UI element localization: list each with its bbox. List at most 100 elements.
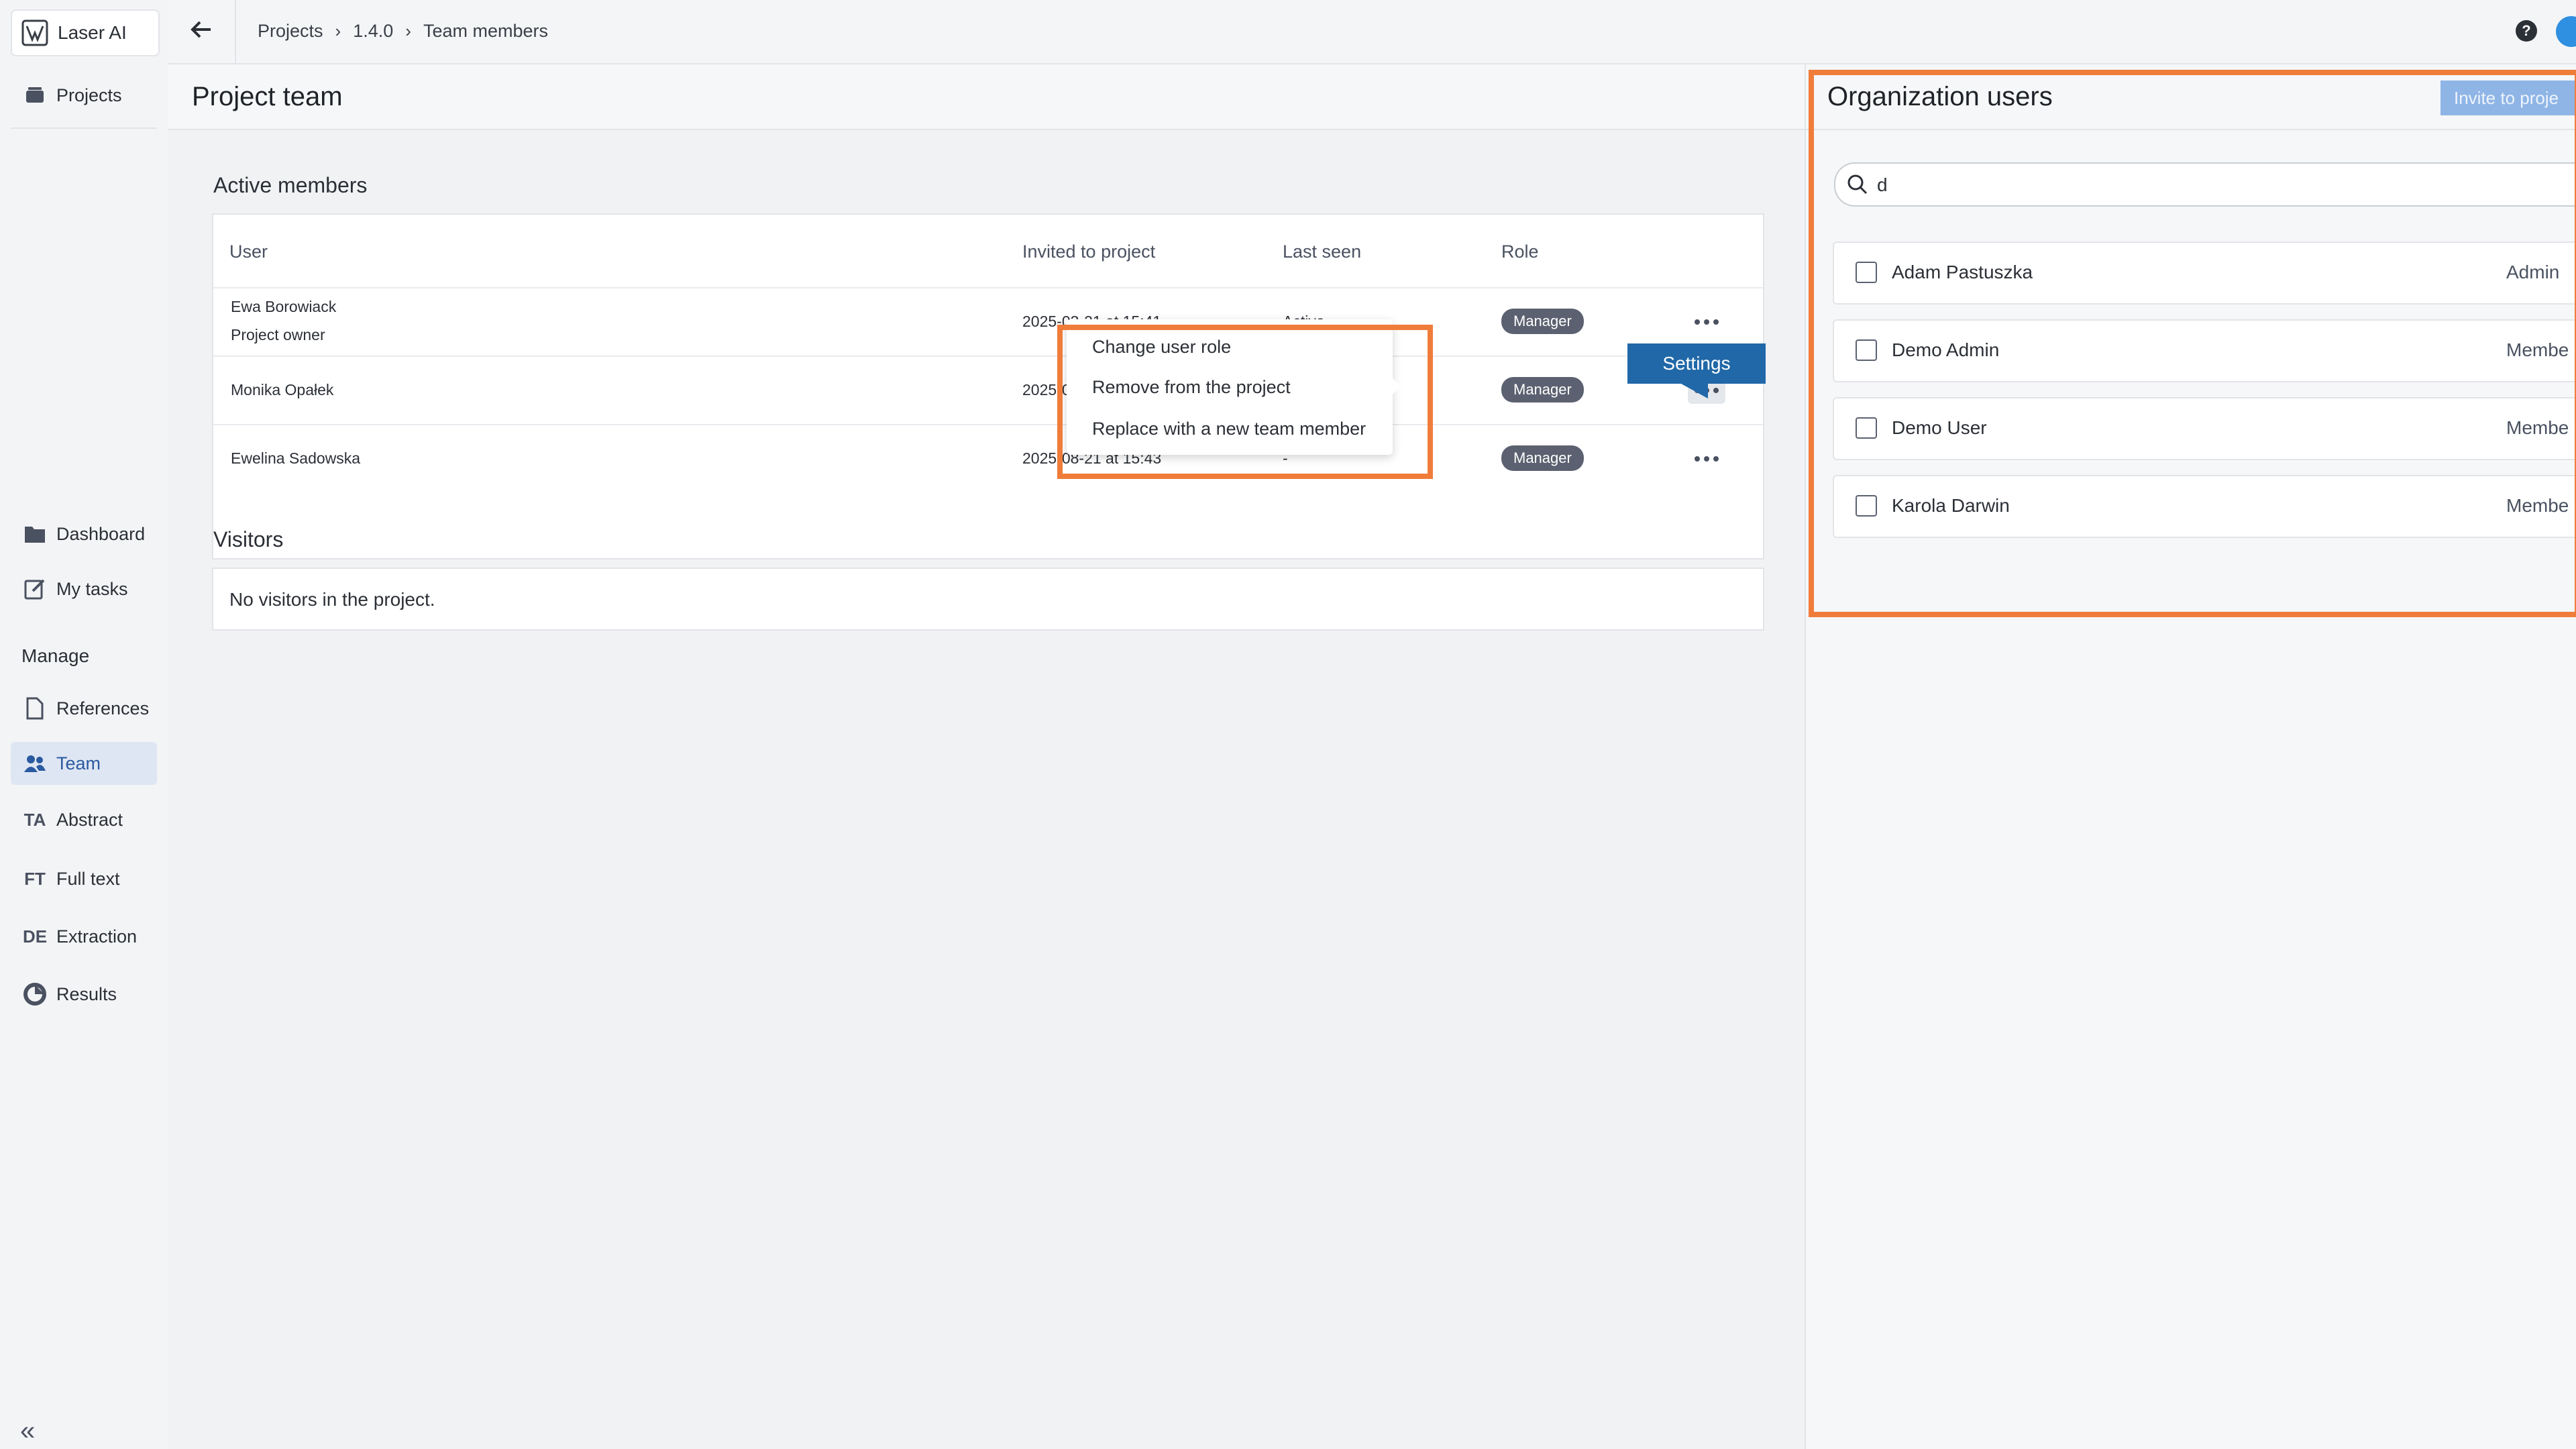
settings-tooltip: Settings — [1627, 343, 1766, 384]
user-name: Demo User — [1892, 417, 1987, 438]
help-icon[interactable]: ? — [2516, 20, 2537, 42]
menu-item-remove[interactable]: Remove from the project — [1092, 377, 1291, 398]
page-title: Project team — [192, 82, 343, 111]
active-members-table: User Invited to project Last seen Role E… — [212, 213, 1764, 559]
topbar-divider — [235, 0, 236, 63]
folder-icon — [20, 524, 50, 544]
search-field[interactable]: d — [1834, 162, 2576, 207]
extraction-icon: DE — [22, 926, 48, 947]
sidebar-item-label: Extraction — [56, 926, 138, 947]
user-name: Adam Pastuszka — [1892, 262, 2033, 282]
sidebar-item-label: Projects — [56, 85, 122, 105]
row-context-menu: Change user role Remove from the project… — [1067, 319, 1393, 455]
menu-pointer — [1391, 377, 1401, 396]
sidebar-item-label: My tasks — [56, 578, 128, 599]
row-actions-button[interactable] — [1688, 309, 1725, 335]
user-role: Membe — [2506, 339, 2569, 360]
app-name: Laser AI — [58, 22, 127, 43]
sidebar-item-label: Results — [56, 983, 117, 1004]
page-header: Project team — [168, 64, 1805, 130]
table-row: Ewa Borowiack Project owner 2025-03-21 a… — [213, 287, 1763, 356]
role-badge: Manager — [1501, 377, 1584, 402]
sidebar-item-label: Full text — [56, 868, 120, 889]
organization-users-panel: Organization users Invite to proje d Ada… — [1805, 64, 2576, 1449]
edit-icon — [20, 578, 50, 600]
row-actions-button[interactable] — [1688, 445, 1725, 472]
column-header-invited: Invited to project — [1022, 241, 1156, 262]
full-text-icon: FT — [24, 868, 46, 889]
sidebar-item-label: References — [56, 698, 150, 718]
sidebar-divider — [11, 127, 157, 129]
sidebar-item-results[interactable]: Results — [11, 973, 157, 1016]
pie-icon — [20, 983, 50, 1006]
double-chevron-left-icon[interactable]: « — [20, 1417, 35, 1444]
table-row: Monika Opałek 2025-0 Manager — [213, 356, 1763, 424]
member-name: Ewelina Sadowska — [231, 449, 361, 467]
folder-stack-icon — [20, 85, 50, 106]
role-badge: Manager — [1501, 309, 1584, 334]
active-members-title: Active members — [213, 173, 368, 197]
user-checkbox[interactable] — [1856, 417, 1877, 439]
search-icon — [1846, 173, 1869, 199]
tooltip-pointer — [1681, 384, 1708, 398]
avatar[interactable] — [2556, 16, 2576, 47]
menu-item-replace[interactable]: Replace with a new team member — [1092, 419, 1366, 439]
sidebar-item-projects[interactable]: Projects — [11, 74, 157, 117]
user-name: Karola Darwin — [1892, 495, 2010, 516]
visitors-empty-text: No visitors in the project. — [229, 589, 435, 610]
sidebar-item-label: Team — [56, 753, 101, 773]
breadcrumb-version[interactable]: 1.4.0 — [353, 21, 393, 42]
menu-item-change-role[interactable]: Change user role — [1092, 337, 1231, 358]
list-item[interactable]: Adam Pastuszka Admin — [1833, 241, 2576, 305]
back-arrow-icon[interactable] — [188, 16, 217, 46]
chevron-right-icon: › — [335, 21, 341, 41]
sidebar: Laser AI Projects Dashboard My tasks Man… — [0, 0, 169, 1449]
top-bar: Projects › 1.4.0 › Team members ? — [168, 0, 2576, 64]
breadcrumb: Projects › 1.4.0 › Team members — [258, 21, 548, 42]
user-checkbox[interactable] — [1856, 339, 1877, 361]
abstract-icon: TA — [23, 809, 46, 830]
member-subtitle: Project owner — [231, 326, 325, 343]
users-icon — [20, 753, 50, 773]
document-icon — [20, 697, 50, 720]
main-content: Project team Active members User Invited… — [168, 64, 1805, 1449]
org-users-title: Organization users — [1827, 82, 2053, 111]
sidebar-item-full-text[interactable]: FT Full text — [11, 857, 157, 900]
user-checkbox[interactable] — [1856, 262, 1877, 283]
breadcrumb-projects[interactable]: Projects — [258, 21, 323, 42]
org-panel-divider — [1806, 129, 2576, 130]
member-name: Ewa Borowiack — [231, 298, 337, 315]
app-logo[interactable]: Laser AI — [11, 9, 160, 56]
visitors-title: Visitors — [213, 527, 284, 551]
user-name: Demo Admin — [1892, 339, 2000, 360]
sidebar-item-label: Abstract — [56, 809, 123, 830]
visitors-box: No visitors in the project. — [212, 568, 1764, 631]
list-item[interactable]: Karola Darwin Membe — [1833, 475, 2576, 538]
list-item[interactable]: Demo User Membe — [1833, 397, 2576, 460]
sidebar-item-dashboard[interactable]: Dashboard — [11, 513, 157, 555]
member-name: Monika Opałek — [231, 381, 334, 398]
search-input[interactable]: d — [1877, 174, 1888, 196]
member-invited: 2025-0 — [1022, 381, 1071, 398]
user-checkbox[interactable] — [1856, 495, 1877, 517]
sidebar-item-abstract[interactable]: TA Abstract — [11, 798, 157, 841]
column-header-role: Role — [1501, 241, 1539, 262]
list-item[interactable]: Demo Admin Membe — [1833, 319, 2576, 382]
sidebar-item-my-tasks[interactable]: My tasks — [11, 568, 157, 610]
user-role: Membe — [2506, 417, 2569, 438]
breadcrumb-team-members: Team members — [423, 21, 548, 41]
sidebar-item-extraction[interactable]: DE Extraction — [11, 915, 157, 958]
column-header-user: User — [229, 241, 268, 262]
chevron-right-icon: › — [405, 21, 411, 41]
sidebar-item-team[interactable]: Team — [11, 742, 157, 785]
user-role: Membe — [2506, 495, 2569, 516]
user-role: Admin — [2506, 262, 2560, 282]
invite-to-project-button[interactable]: Invite to proje — [2440, 80, 2576, 115]
laser-logo-icon — [21, 19, 48, 46]
column-header-last-seen: Last seen — [1283, 241, 1362, 262]
sidebar-section-manage: Manage — [21, 645, 90, 666]
table-row: Ewelina Sadowska 2025-08-21 at 15:43 - M… — [213, 424, 1763, 492]
sidebar-item-label: Dashboard — [56, 523, 146, 544]
sidebar-item-references[interactable]: References — [11, 687, 157, 730]
role-badge: Manager — [1501, 445, 1584, 471]
